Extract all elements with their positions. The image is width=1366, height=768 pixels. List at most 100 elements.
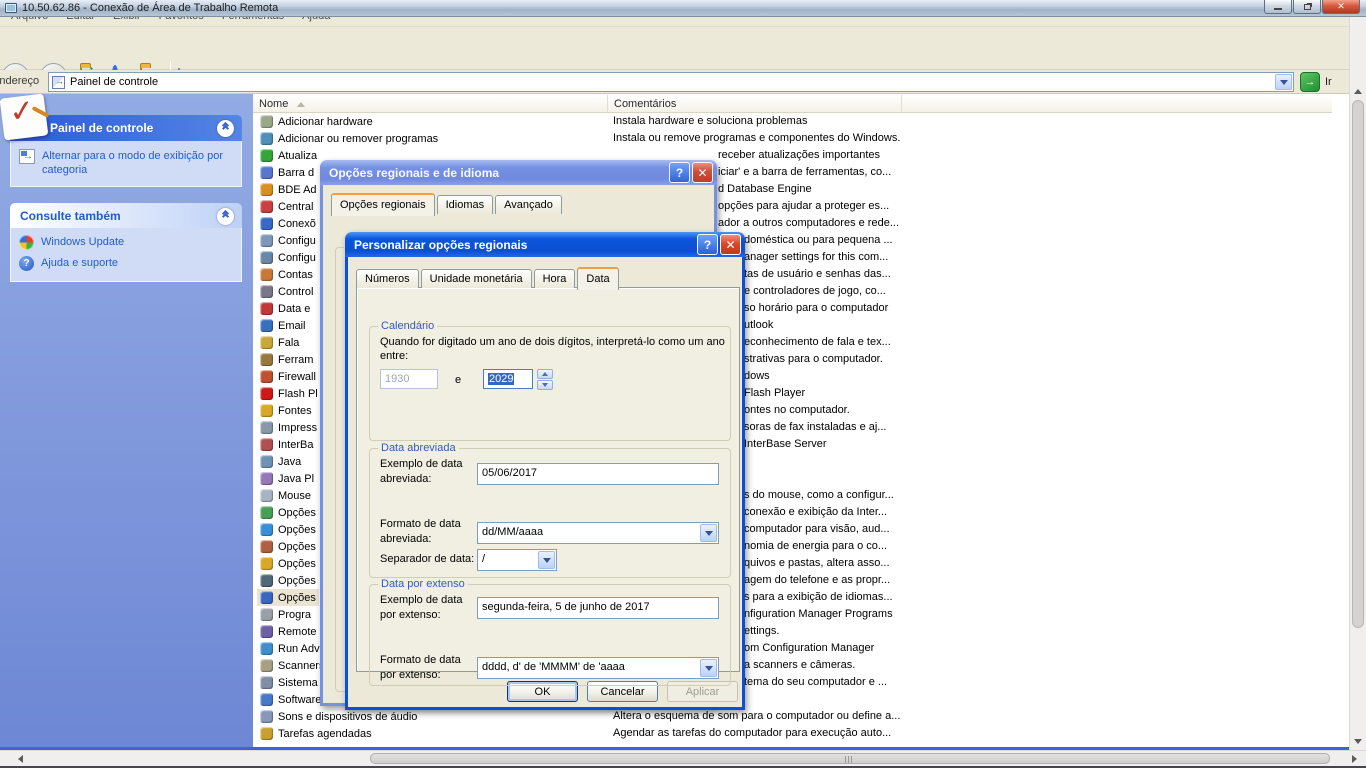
menu-exibir[interactable]: Exibir	[104, 17, 150, 22]
item-icon	[260, 540, 273, 553]
item-icon	[260, 727, 273, 740]
close-button[interactable]: ✕	[692, 162, 713, 183]
collapse-chevron-icon[interactable]	[217, 120, 234, 137]
minimize-button[interactable]	[1264, 0, 1292, 14]
menu-favoritos[interactable]: Favoritos	[150, 17, 213, 22]
item-icon	[260, 353, 273, 366]
spin-up-icon[interactable]	[537, 369, 553, 379]
item-icon	[260, 387, 273, 400]
dialog-titlebar[interactable]: Personalizar opções regionais ? ✕	[345, 232, 745, 257]
rdp-vscroll-thumb[interactable]	[1352, 100, 1364, 628]
item-comment: soras de fax instaladas e aj...	[744, 421, 886, 433]
address-dropdown-button[interactable]	[1275, 74, 1292, 90]
close-button[interactable]: ✕	[1322, 0, 1360, 14]
item-icon	[260, 404, 273, 417]
table-row[interactable]: Sons e dispositivos de áudioAltera o esq…	[253, 708, 1332, 725]
item-comment: s do mouse, como a configur...	[744, 489, 894, 501]
item-comment: so horário para o computador	[744, 302, 888, 314]
menu-ajuda[interactable]: Ajuda	[293, 17, 339, 22]
dialog-title: Opções regionais e de idioma	[329, 166, 499, 180]
item-icon	[260, 251, 273, 264]
rdp-titlebar[interactable]: 10.50.62.86 - Conexão de Área de Trabalh…	[0, 0, 1366, 17]
item-comment: doméstica ou para pequena ...	[744, 234, 893, 246]
item-icon	[260, 319, 273, 332]
tab-unidade-monetaria[interactable]: Unidade monetária	[421, 269, 532, 288]
item-name: Data e	[278, 303, 310, 315]
menubar: Arquivo Editar Exibir Favoritos Ferramen…	[0, 17, 1366, 27]
item-icon	[260, 183, 273, 196]
item-icon	[260, 200, 273, 213]
rdp-hscroll-thumb[interactable]	[370, 753, 1330, 764]
item-icon	[260, 710, 273, 723]
help-button[interactable]: ?	[669, 162, 690, 183]
item-comment: InterBase Server	[744, 438, 827, 450]
item-comment: opções para ajudar a proteger es...	[718, 200, 889, 212]
dropdown-icon[interactable]	[700, 659, 717, 677]
collapse-chevron-icon[interactable]	[217, 208, 234, 225]
item-icon	[260, 506, 273, 519]
menu-ferramentas[interactable]: Ferramentas	[213, 17, 293, 22]
column-header-nome[interactable]: Nome	[253, 95, 608, 112]
sidebar-item-help-support[interactable]: Ajuda e suporte	[41, 256, 118, 270]
close-button[interactable]: ✕	[720, 234, 741, 255]
long-date-example-value: segunda-feira, 5 de junho de 2017	[477, 597, 719, 619]
sidebar-panel-see-also[interactable]: Consulte também	[10, 203, 242, 229]
tab-data[interactable]: Data	[577, 267, 618, 290]
year-to-input[interactable]: 2029	[483, 369, 533, 389]
rdp-scroll-right-button[interactable]	[1346, 751, 1362, 767]
go-button[interactable]: → Ir	[1300, 72, 1332, 92]
rdp-horizontal-scrollbar[interactable]	[0, 750, 1366, 766]
spin-down-icon[interactable]	[537, 380, 553, 390]
address-input[interactable]: Painel de controle	[48, 72, 1294, 92]
windows-update-icon	[19, 235, 34, 250]
dropdown-icon[interactable]	[538, 551, 555, 569]
short-date-example-value: 05/06/2017	[477, 463, 719, 485]
item-comment: Flash Player	[744, 387, 805, 399]
item-comment: tema do seu computador e ...	[744, 676, 887, 688]
column-header-comentarios[interactable]: Comentários	[608, 95, 902, 112]
item-icon	[260, 149, 273, 162]
tab-opcoes-regionais[interactable]: Opções regionais	[331, 193, 435, 216]
rdp-vertical-scrollbar[interactable]	[1349, 17, 1366, 750]
dialog-titlebar[interactable]: Opções regionais e de idioma ? ✕	[320, 160, 717, 185]
dropdown-icon[interactable]	[700, 524, 717, 542]
menu-editar[interactable]: Editar	[57, 17, 104, 22]
rdp-scroll-up-button[interactable]	[1350, 83, 1366, 99]
item-comment: d Database Engine	[718, 183, 812, 195]
item-name: Adicionar ou remover programas	[278, 133, 438, 145]
item-name: Fala	[278, 337, 299, 349]
address-label: Endereço	[0, 75, 39, 87]
year-spinner[interactable]	[537, 369, 553, 390]
table-row[interactable]: Tarefas agendadasAgendar as tarefas do c…	[253, 725, 1332, 742]
tab-avancado[interactable]: Avançado	[495, 195, 562, 214]
menu-arquivo[interactable]: Arquivo	[2, 17, 57, 22]
column-header-empty	[902, 95, 1332, 112]
tab-idiomas[interactable]: Idiomas	[437, 195, 494, 214]
year-from-input[interactable]: 1930	[380, 369, 438, 389]
table-row[interactable]: Adicionar hardwareInstala hardware e sol…	[253, 113, 1332, 130]
sidebar-panel-body: Windows Update ? Ajuda e suporte	[10, 228, 242, 282]
item-icon	[260, 132, 273, 145]
item-comment: ontes no computador.	[744, 404, 850, 416]
item-name: Flash Pl	[278, 388, 318, 400]
restore-button[interactable]	[1293, 0, 1321, 14]
item-name: Mouse	[278, 490, 311, 502]
item-comment: tas de usuário e senhas das...	[744, 268, 891, 280]
sidebar-item-windows-update[interactable]: Windows Update	[41, 235, 124, 249]
group-data-por-extenso: Data por extenso Exemplo de data por ext…	[369, 584, 731, 686]
short-date-format-select[interactable]: dd/MM/aaaa	[477, 522, 719, 544]
item-comment: Altera o esquema de som para o computado…	[613, 710, 900, 722]
tab-numeros[interactable]: Números	[356, 269, 419, 288]
date-separator-select[interactable]: /	[477, 549, 557, 571]
rdp-scroll-left-button[interactable]	[12, 751, 28, 767]
long-date-format-select[interactable]: dddd, d' de 'MMMM' de 'aaaa	[477, 657, 719, 679]
item-comment: Instala ou remove programas e componente…	[613, 132, 900, 144]
sidebar-item-category-view[interactable]: Alternar para o modo de exibição por cat…	[42, 149, 237, 186]
item-icon	[260, 268, 273, 281]
item-icon	[260, 523, 273, 536]
rdp-scroll-down-button[interactable]	[1350, 733, 1366, 749]
help-button[interactable]: ?	[697, 234, 718, 255]
tab-hora[interactable]: Hora	[534, 269, 576, 288]
item-name: Configu	[278, 235, 316, 247]
table-row[interactable]: Adicionar ou remover programas Instala ou…	[253, 130, 1332, 147]
